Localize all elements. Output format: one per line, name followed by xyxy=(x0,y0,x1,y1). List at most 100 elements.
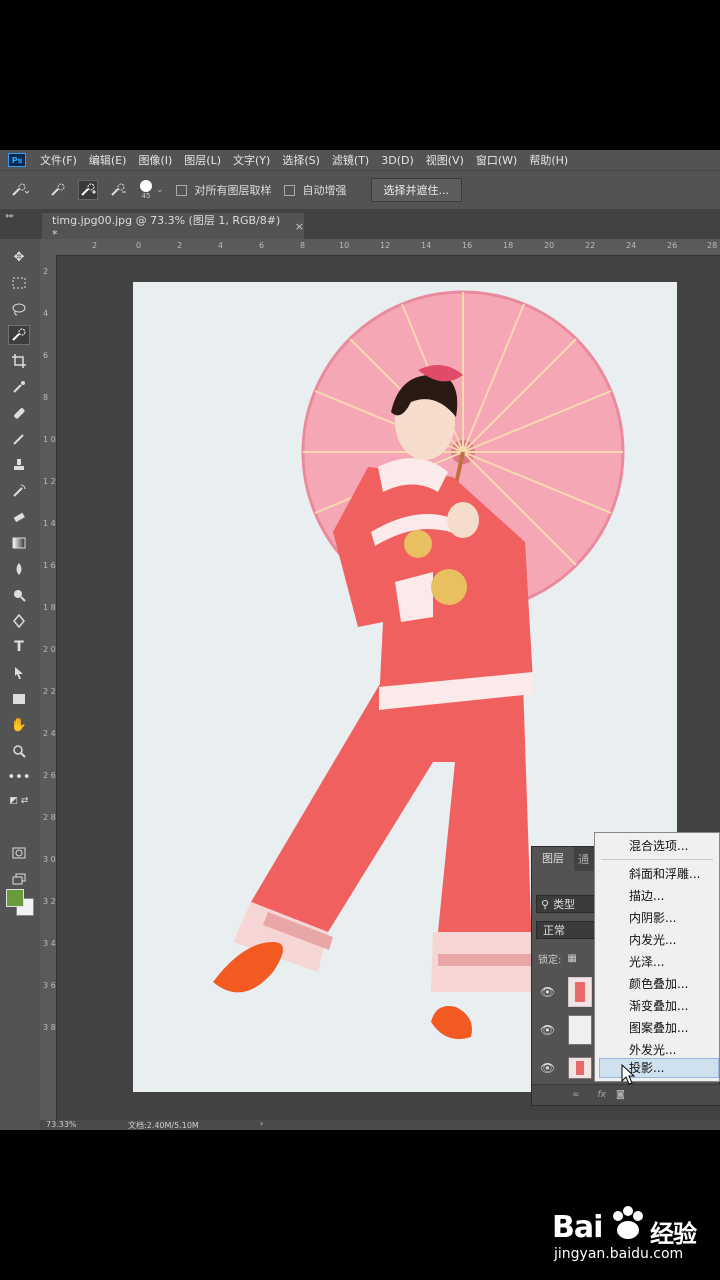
chevron-down-icon[interactable]: ⌄ xyxy=(156,185,164,195)
swap-colors-icon[interactable]: ◩ ⇄ xyxy=(8,791,30,811)
move-tool-icon[interactable]: ✥ xyxy=(8,247,30,267)
close-icon[interactable]: × xyxy=(295,220,304,233)
menu-item-satin[interactable]: 光泽... xyxy=(629,953,664,971)
tab-layers[interactable]: 图层 xyxy=(532,847,574,871)
select-and-mask-button[interactable]: 选择并遮住... xyxy=(370,178,463,202)
eraser-tool-icon[interactable] xyxy=(8,507,30,527)
path-selection-tool-icon[interactable] xyxy=(8,663,30,683)
checkbox-box[interactable] xyxy=(175,184,187,196)
ruler-label: 2 8 xyxy=(43,813,56,822)
auto-enhance-checkbox[interactable]: 自动增强 xyxy=(283,182,347,198)
quick-mask-icon[interactable] xyxy=(8,843,30,863)
healing-brush-tool-icon[interactable] xyxy=(8,403,30,423)
menu-item-inner-glow[interactable]: 内发光... xyxy=(629,931,676,949)
screen-mode-icon[interactable] xyxy=(8,869,30,889)
menu-window[interactable]: 窗口(W) xyxy=(476,152,517,168)
menu-layer[interactable]: 图层(L) xyxy=(184,152,221,168)
ruler-label: 1 4 xyxy=(43,519,56,528)
menu-edit[interactable]: 编辑(E) xyxy=(89,152,127,168)
subtract-selection-icon[interactable] xyxy=(108,180,128,200)
menu-view[interactable]: 视图(V) xyxy=(426,152,464,168)
menu-item-pattern-overlay[interactable]: 图案叠加... xyxy=(629,1019,688,1037)
document-tab[interactable]: timg.jpg00.jpg @ 73.3% (图层 1, RGB/8#) * … xyxy=(42,213,304,241)
ruler-label: 2 6 xyxy=(43,771,56,780)
ruler-label: 4 xyxy=(218,241,224,250)
brush-size-picker[interactable]: 45 xyxy=(140,180,152,200)
menu-item-inner-shadow[interactable]: 内阴影... xyxy=(629,909,676,927)
menu-item-outer-glow[interactable]: 外发光... xyxy=(629,1041,676,1059)
layer-thumbnail xyxy=(568,1057,592,1079)
ruler-label: 18 xyxy=(503,241,514,250)
hand-tool-icon[interactable]: ✋ xyxy=(8,715,30,735)
ruler-label: 3 0 xyxy=(43,855,56,864)
menu-select[interactable]: 选择(S) xyxy=(282,152,320,168)
sample-all-layers-checkbox[interactable]: 对所有图层取样 xyxy=(175,182,272,198)
eye-icon[interactable]: 👁 xyxy=(540,1023,556,1037)
menu-item-stroke[interactable]: 描边... xyxy=(629,887,664,905)
add-to-selection-icon[interactable] xyxy=(78,180,98,200)
tab-channels[interactable]: 通 xyxy=(574,851,593,867)
ruler-label: 20 xyxy=(544,241,555,250)
checkbox-box[interactable] xyxy=(283,184,295,196)
ruler-label: 4 xyxy=(43,309,49,318)
quick-select-preset-icon[interactable] xyxy=(10,180,30,200)
quick-selection-tool-icon[interactable] xyxy=(8,325,30,345)
menu-image[interactable]: 图像(I) xyxy=(138,152,172,168)
horizontal-ruler: 2 0 2 4 6 8 10 12 14 16 18 20 22 24 26 2… xyxy=(40,239,720,256)
fx-icon[interactable]: fx xyxy=(598,1090,607,1100)
ruler-label: 3 8 xyxy=(43,1023,56,1032)
ruler-label: 26 xyxy=(667,241,678,250)
ruler-label: 3 4 xyxy=(43,939,56,948)
blur-tool-icon[interactable] xyxy=(8,559,30,579)
menu-file[interactable]: 文件(F) xyxy=(40,152,77,168)
menu-filter[interactable]: 滤镜(T) xyxy=(332,152,369,168)
ruler-label: 0 xyxy=(136,241,142,250)
eye-icon[interactable]: 👁 xyxy=(540,985,556,999)
menu-item-gradient-overlay[interactable]: 渐变叠加... xyxy=(629,997,688,1015)
brush-size-value: 45 xyxy=(141,192,151,200)
history-brush-tool-icon[interactable] xyxy=(8,481,30,501)
ruler-label: 3 6 xyxy=(43,981,56,990)
ruler-label: 14 xyxy=(421,241,432,250)
type-tool-icon[interactable]: T xyxy=(8,637,30,657)
more-tools-icon[interactable]: ••• xyxy=(8,767,31,787)
eyedropper-tool-icon[interactable] xyxy=(8,377,30,397)
ruler-label: 10 xyxy=(339,241,350,250)
pen-tool-icon[interactable] xyxy=(8,611,30,631)
menu-item-color-overlay[interactable]: 颜色叠加... xyxy=(629,975,688,993)
link-layers-icon[interactable]: ∞ xyxy=(572,1090,580,1100)
clone-stamp-tool-icon[interactable] xyxy=(8,455,30,475)
foreground-color-swatch[interactable] xyxy=(6,889,24,907)
ruler-label: 28 xyxy=(707,241,718,250)
rectangle-tool-icon[interactable] xyxy=(8,689,30,709)
crop-tool-icon[interactable] xyxy=(8,351,30,371)
watermark-brand: Bai xyxy=(552,1210,603,1245)
zoom-level[interactable]: 73.33% xyxy=(46,1120,77,1129)
eye-icon[interactable]: 👁 xyxy=(540,1061,556,1075)
layers-panel-footer: ∞ fx ◙ xyxy=(532,1084,720,1105)
watermark-brand-2: 经验 xyxy=(650,1220,697,1248)
brush-tool-icon[interactable] xyxy=(8,429,30,449)
watermark-url: jingyan.baidu.com xyxy=(554,1246,684,1262)
ruler-label: 6 xyxy=(43,351,49,360)
menu-item-bevel-emboss[interactable]: 斜面和浮雕... xyxy=(629,865,700,883)
chevron-right-icon[interactable]: › xyxy=(260,1119,263,1128)
menu-3d[interactable]: 3D(D) xyxy=(381,154,414,167)
dodge-tool-icon[interactable] xyxy=(8,585,30,605)
ruler-label: 1 6 xyxy=(43,561,56,570)
gradient-tool-icon[interactable] xyxy=(8,533,30,553)
ruler-label: 12 xyxy=(380,241,391,250)
search-icon: ⚲ xyxy=(541,897,550,911)
lock-transparency-icon[interactable]: ▦ xyxy=(567,953,576,964)
marquee-tool-icon[interactable] xyxy=(8,273,30,293)
brush-tip-icon xyxy=(140,180,152,192)
add-mask-icon[interactable]: ◙ xyxy=(616,1090,625,1100)
lasso-tool-icon[interactable] xyxy=(8,299,30,319)
zoom-tool-icon[interactable] xyxy=(8,741,30,761)
menu-help[interactable]: 帮助(H) xyxy=(529,152,568,168)
menu-type[interactable]: 文字(Y) xyxy=(233,152,270,168)
new-selection-icon[interactable] xyxy=(48,180,68,200)
ruler-label: 1 2 xyxy=(43,477,56,486)
menu-item-blending-options[interactable]: 混合选项... xyxy=(629,837,688,855)
collapse-panel-icon[interactable]: ▸▸ xyxy=(6,211,14,220)
